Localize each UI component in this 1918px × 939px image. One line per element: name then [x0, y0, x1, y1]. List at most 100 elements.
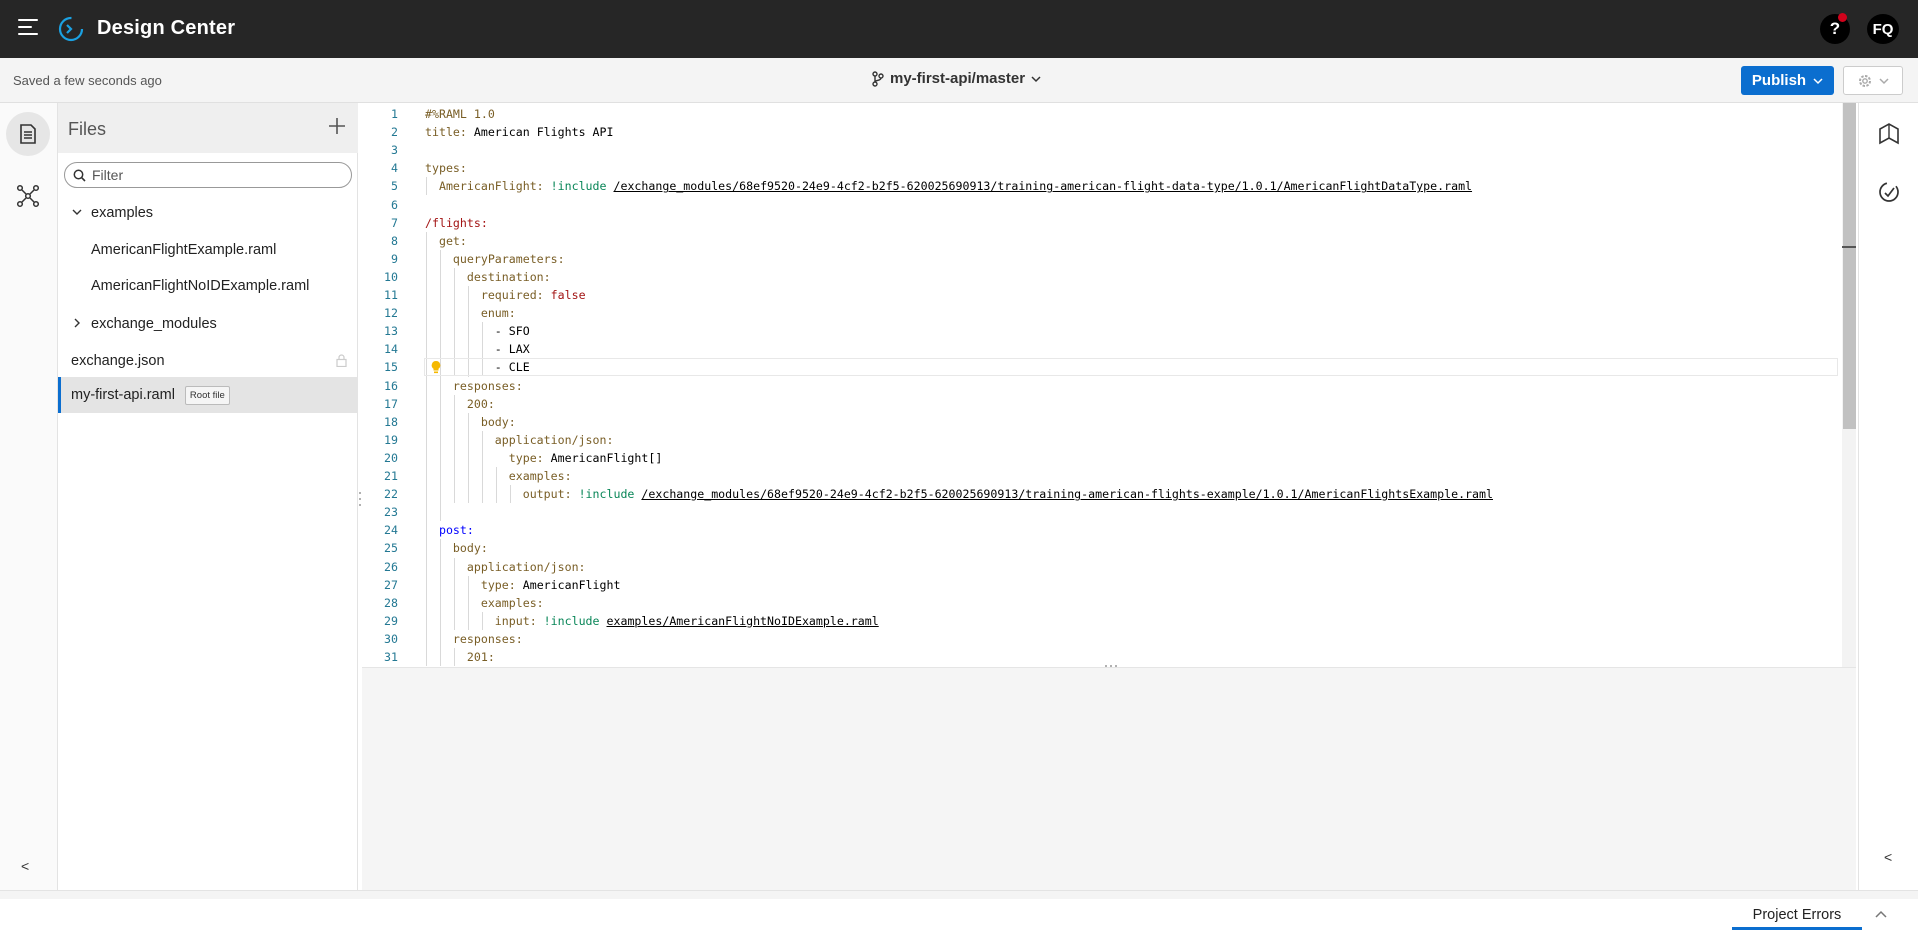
chevron-right-icon	[74, 318, 80, 328]
code-token: American Flights API	[466, 125, 614, 140]
line-number: 4	[391, 161, 398, 176]
code-editor[interactable]: 1 #%RAML 1.0 2 title: American Flights API 3…	[362, 103, 1856, 668]
include-path-link[interactable]: examples/AmericanFlightNoIDExample.raml	[607, 614, 879, 628]
mocking-service-icon[interactable]	[1876, 179, 1902, 205]
include-path-link[interactable]: /exchange_modules/68ef9520-24e9-4cf2-b2f…	[613, 179, 1472, 193]
project-header: Saved a few seconds ago my-first-api/mas…	[0, 58, 1918, 103]
app-title: Design Center	[97, 17, 236, 39]
code-token: post:	[425, 523, 474, 538]
code-token: enum:	[425, 306, 516, 321]
code-token: examples:	[425, 469, 572, 483]
code-token: /flights:	[425, 215, 488, 230]
code-token: required:	[425, 288, 544, 302]
active-indicator	[58, 377, 61, 413]
code-line: 7/flights:	[362, 214, 1856, 232]
line-number: 16	[384, 378, 398, 393]
hamburger-icon[interactable]	[18, 19, 38, 35]
line-number: 19	[384, 432, 398, 447]
lightbulb-icon[interactable]	[430, 360, 442, 374]
line-number: 29	[384, 613, 398, 628]
line-number: 18	[384, 414, 398, 429]
code-text: destination:	[425, 268, 551, 286]
line-number: 5	[391, 179, 398, 194]
line-number: 31	[384, 650, 398, 664]
code-line: 12 enum:	[362, 304, 1856, 322]
line-number: 26	[384, 559, 398, 574]
code-token: type:	[425, 577, 516, 592]
collapse-right-button[interactable]: <	[1884, 849, 1892, 865]
filter-box	[64, 162, 352, 188]
code-line: 17 200:	[362, 395, 1856, 413]
line-number: 13	[384, 324, 398, 339]
code-line: 28 examples:	[362, 594, 1856, 612]
code-line: 15 - CLE	[362, 358, 1856, 376]
include-path-link[interactable]: /exchange_modules/68ef9520-24e9-4cf2-b2f…	[641, 487, 1493, 501]
user-avatar[interactable]: FQ	[1867, 14, 1899, 44]
code-token: !include	[536, 613, 607, 628]
line-number: 8	[391, 233, 398, 248]
code-line: 13 - SFO	[362, 322, 1856, 340]
top-bar: Design Center ? FQ	[0, 0, 1918, 58]
code-text: get:	[425, 232, 467, 250]
add-file-icon[interactable]	[326, 115, 348, 137]
code-line: 21 examples:	[362, 467, 1856, 485]
notification-dot	[1838, 13, 1847, 22]
code-text: application/json:	[425, 558, 586, 576]
code-text: responses:	[425, 630, 523, 648]
code-token: responses:	[425, 631, 523, 646]
code-text: post:	[425, 521, 474, 539]
search-icon	[73, 169, 86, 182]
code-line: 26 application/json:	[362, 558, 1856, 576]
branch-selector[interactable]: my-first-api/master	[872, 70, 1041, 87]
code-line: 10 destination:	[362, 268, 1856, 286]
code-line: 18 body:	[362, 413, 1856, 431]
line-number: 22	[384, 487, 398, 502]
line-number: 2	[391, 125, 398, 140]
file-label: exchange.json	[71, 353, 165, 369]
line-number: 24	[384, 523, 398, 538]
code-line: 24 post:	[362, 521, 1856, 539]
api-graph-rail-button[interactable]	[13, 181, 43, 211]
code-line: 16 responses:	[362, 377, 1856, 395]
filter-input[interactable]	[92, 166, 342, 184]
code-text: #%RAML 1.0	[425, 105, 495, 123]
root-file-row: my-first-api.raml Root file	[71, 385, 230, 405]
footer-divider	[0, 891, 1918, 899]
file-exchange-json[interactable]: exchange.json	[58, 343, 358, 379]
folder-examples[interactable]: examples	[58, 195, 358, 231]
chevron-down-icon	[72, 209, 82, 215]
documentation-icon[interactable]	[1876, 121, 1902, 147]
file-american-flight-noid-example[interactable]: AmericanFlightNoIDExample.raml	[58, 268, 358, 304]
line-number: 12	[384, 306, 398, 321]
file-label: my-first-api.raml	[71, 387, 175, 403]
code-text: 201:	[425, 648, 495, 666]
git-branch-icon	[872, 70, 884, 87]
code-token: examples:	[425, 595, 544, 610]
chevron-up-icon[interactable]	[1874, 909, 1888, 921]
code-line: 1 #%RAML 1.0	[362, 105, 1856, 123]
code-token: application/json:	[425, 559, 586, 574]
code-token: output:	[425, 487, 572, 502]
files-rail-button[interactable]	[6, 112, 50, 156]
publish-label: Publish	[1751, 72, 1807, 89]
code-line: 5 AmericanFlight: !include /exchange_mod…	[362, 177, 1856, 195]
code-line: 6	[362, 196, 1856, 214]
code-line: 4 types:	[362, 159, 1856, 177]
code-line: 9 queryParameters:	[362, 250, 1856, 268]
line-number: 21	[384, 469, 398, 483]
code-token: - LAX	[425, 342, 530, 357]
file-root-raml[interactable]: my-first-api.raml Root file	[58, 377, 358, 413]
code-token: application/json:	[425, 432, 614, 447]
publish-button[interactable]: Publish	[1741, 66, 1834, 95]
code-line: 8 get:	[362, 232, 1856, 250]
folder-exchange-modules[interactable]: exchange_modules	[58, 306, 358, 342]
branch-label: my-first-api/master	[890, 70, 1026, 87]
code-line: 27 type: AmericanFlight	[362, 576, 1856, 594]
code-token: !include	[571, 487, 642, 502]
settings-button[interactable]	[1843, 66, 1903, 95]
file-american-flight-example[interactable]: AmericanFlightExample.raml	[58, 232, 358, 268]
status-footer: Project Errors	[0, 890, 1918, 939]
collapse-left-button[interactable]: <	[21, 858, 29, 874]
lock-icon	[336, 354, 347, 367]
code-token: type:	[425, 450, 544, 465]
